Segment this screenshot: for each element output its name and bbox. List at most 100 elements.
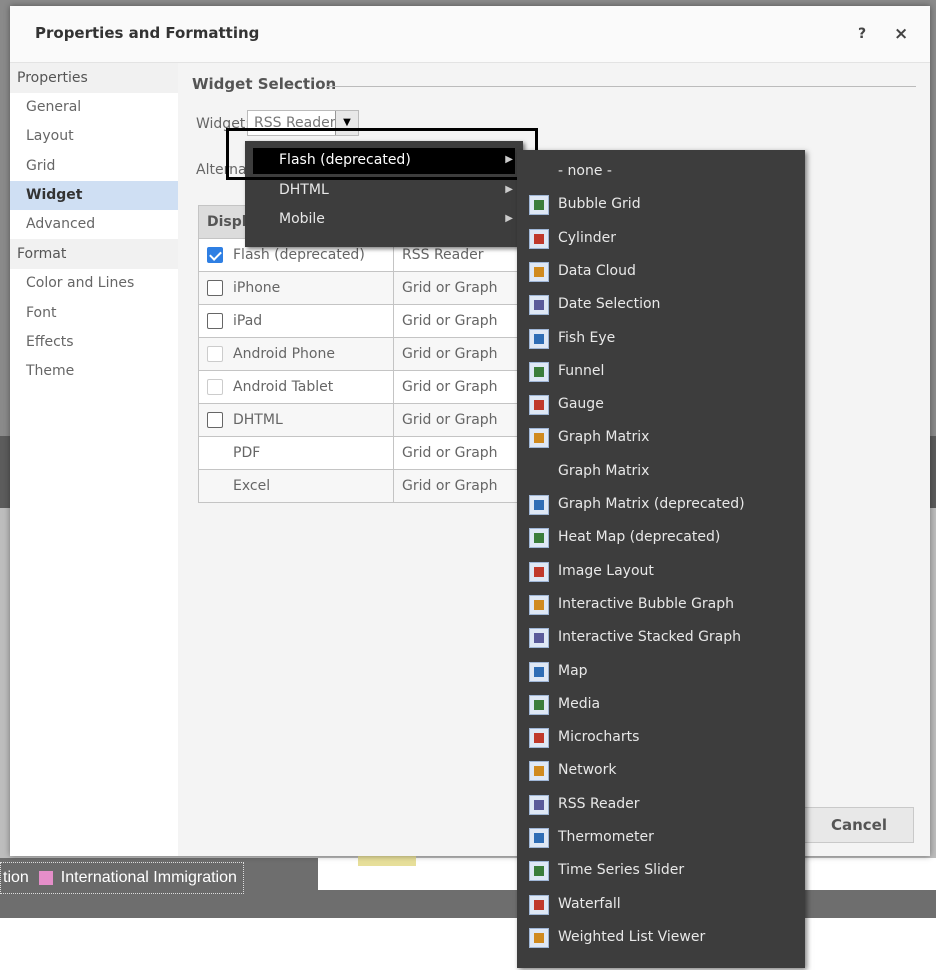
widget-menu-item-label: Cylinder [558,229,616,246]
device-label: PDF [233,445,261,461]
sidebar-item-grid[interactable]: Grid [10,152,178,181]
map-icon [529,661,549,682]
checkbox-dhtml[interactable] [207,412,223,428]
device-label: iPad [233,313,263,329]
widget-selection-title: Widget Selection [192,75,337,93]
sidebar-item-general[interactable]: General [10,93,178,122]
widget-menu-item-label: Gauge [558,396,604,413]
table-row: Android Phone Grid or Graph [198,337,571,371]
submenu-arrow-icon: ▶ [505,184,513,195]
table-row: iPad Grid or Graph [198,304,571,338]
device-label: Flash (deprecated) [233,247,365,263]
display-table: Displa Flash (deprecated) RSS Reader iPh… [198,205,571,503]
widget-menu-item-label: Date Selection [558,296,661,313]
dialog-sidebar: Properties General Layout Grid Widget Ad… [10,63,179,856]
table-row: Excel Grid or Graph [198,469,571,503]
media-icon [529,694,549,715]
widget-menu-item[interactable]: Microcharts [529,724,799,752]
graph-matrix-icon [529,428,549,449]
weighted-list-viewer-icon [529,927,549,948]
sidebar-item-font[interactable]: Font [10,299,178,328]
checkbox-android-phone [207,346,223,362]
selection-highlight-box [226,128,538,180]
widget-menu-item-label: Waterfall [558,895,621,912]
cancel-button[interactable]: Cancel [804,807,914,843]
legend-label: International Immigration [60,869,237,886]
widget-menu-item[interactable]: Image Layout [529,558,799,586]
widget-menu-item[interactable]: Funnel [529,358,799,386]
widget-menu-item-label: Weighted List Viewer [558,928,706,945]
widget-menu-item[interactable]: Graph Matrix [529,458,799,486]
microcharts-icon [529,728,549,749]
sidebar-item-widget[interactable]: Widget [10,180,178,211]
image-layout-icon [529,561,549,582]
bubble-grid-icon [529,195,549,216]
widget-menu-item[interactable]: Media [529,691,799,719]
widget-menu-item[interactable]: Map [529,658,799,686]
widget-menu-item-label: Map [558,662,588,679]
legend-color-swatch [38,871,53,885]
widget-menu-item[interactable]: Graph Matrix (deprecated) [529,491,799,519]
graph-matrix-deprecated-icon [529,495,549,515]
widget-menu-item[interactable]: Interactive Bubble Graph [529,591,799,619]
widget-menu-item[interactable]: Cylinder [529,225,799,253]
dialog-title: Properties and Formatting [35,24,260,42]
dialog-header: Properties and Formatting ? × [10,6,930,63]
widget-menu-item[interactable]: Bubble Grid [529,191,799,219]
widget-menu-item[interactable]: Date Selection [529,291,799,319]
widget-menu-item[interactable]: Fish Eye [529,325,799,353]
widget-menu-item[interactable]: Time Series Slider [529,857,799,885]
menu-item-mobile[interactable]: Mobile ▶ [253,207,515,233]
table-row: DHTML Grid or Graph [198,403,571,437]
chart-legend: tion International Immigration [0,862,244,894]
widget-menu-item[interactable]: RSS Reader [529,791,799,819]
widget-menu-item-label: RSS Reader [558,795,640,812]
sidebar-section-properties[interactable]: Properties [10,63,178,93]
widget-menu-item-label: Graph Matrix (deprecated) [558,496,745,512]
sidebar-item-advanced[interactable]: Advanced [10,210,178,239]
widget-menu-item[interactable]: Graph Matrix [529,424,799,452]
widget-menu-item[interactable]: Interactive Stacked Graph [529,624,799,652]
gauge-icon [529,395,549,416]
table-row: Android Tablet Grid or Graph [198,370,571,404]
widget-menu-item[interactable]: Heat Map (deprecated) [529,524,799,552]
menu-item-dhtml[interactable]: DHTML ▶ [253,178,515,204]
widget-menu-item-label: Interactive Stacked Graph [558,629,742,646]
widget-menu-item[interactable]: Gauge [529,391,799,419]
help-icon[interactable]: ? [858,26,866,42]
menu-item-label: Mobile [279,211,325,227]
device-label: Excel [233,478,271,494]
thermometer-icon [529,828,549,848]
widget-menu-item-label: Network [558,762,617,779]
data-cloud-icon [529,261,549,282]
widget-menu-item-label: Data Cloud [558,262,636,279]
widget-menu-item[interactable]: Network [529,757,799,785]
close-icon[interactable]: × [894,24,908,44]
widget-menu-item[interactable]: Waterfall [529,891,799,919]
sidebar-section-format[interactable]: Format [10,239,178,270]
sidebar-item-layout[interactable]: Layout [10,122,178,151]
checkbox-iphone[interactable] [207,280,223,296]
device-label: Android Phone [233,346,335,362]
widget-menu-item-label: Graph Matrix [558,462,650,479]
sidebar-item-color-and-lines[interactable]: Color and Lines [10,269,178,298]
fish-eye-icon [529,328,549,349]
rss-reader-icon [529,794,549,815]
date-selection-icon [529,295,549,316]
sidebar-item-theme[interactable]: Theme [10,357,178,386]
time-series-slider-icon [529,861,549,882]
widget-menu-item-label: Time Series Slider [558,862,685,879]
widget-menu-item[interactable]: Thermometer [529,824,799,852]
widget-menu-item-label: Funnel [558,362,605,379]
widget-menu-item[interactable]: Data Cloud [529,258,799,286]
heat-map-icon [529,528,549,549]
checkbox-ipad[interactable] [207,313,223,329]
network-icon [529,761,549,782]
menu-item-label: DHTML [279,182,329,198]
widget-menu-item[interactable]: Weighted List Viewer [529,924,799,952]
widget-menu-item-label: Microcharts [558,729,640,746]
widget-menu-item[interactable]: - none - [529,158,799,186]
checkbox-flash[interactable] [207,247,223,263]
widget-menu-item-label: Heat Map (deprecated) [558,529,721,546]
sidebar-item-effects[interactable]: Effects [10,328,178,357]
